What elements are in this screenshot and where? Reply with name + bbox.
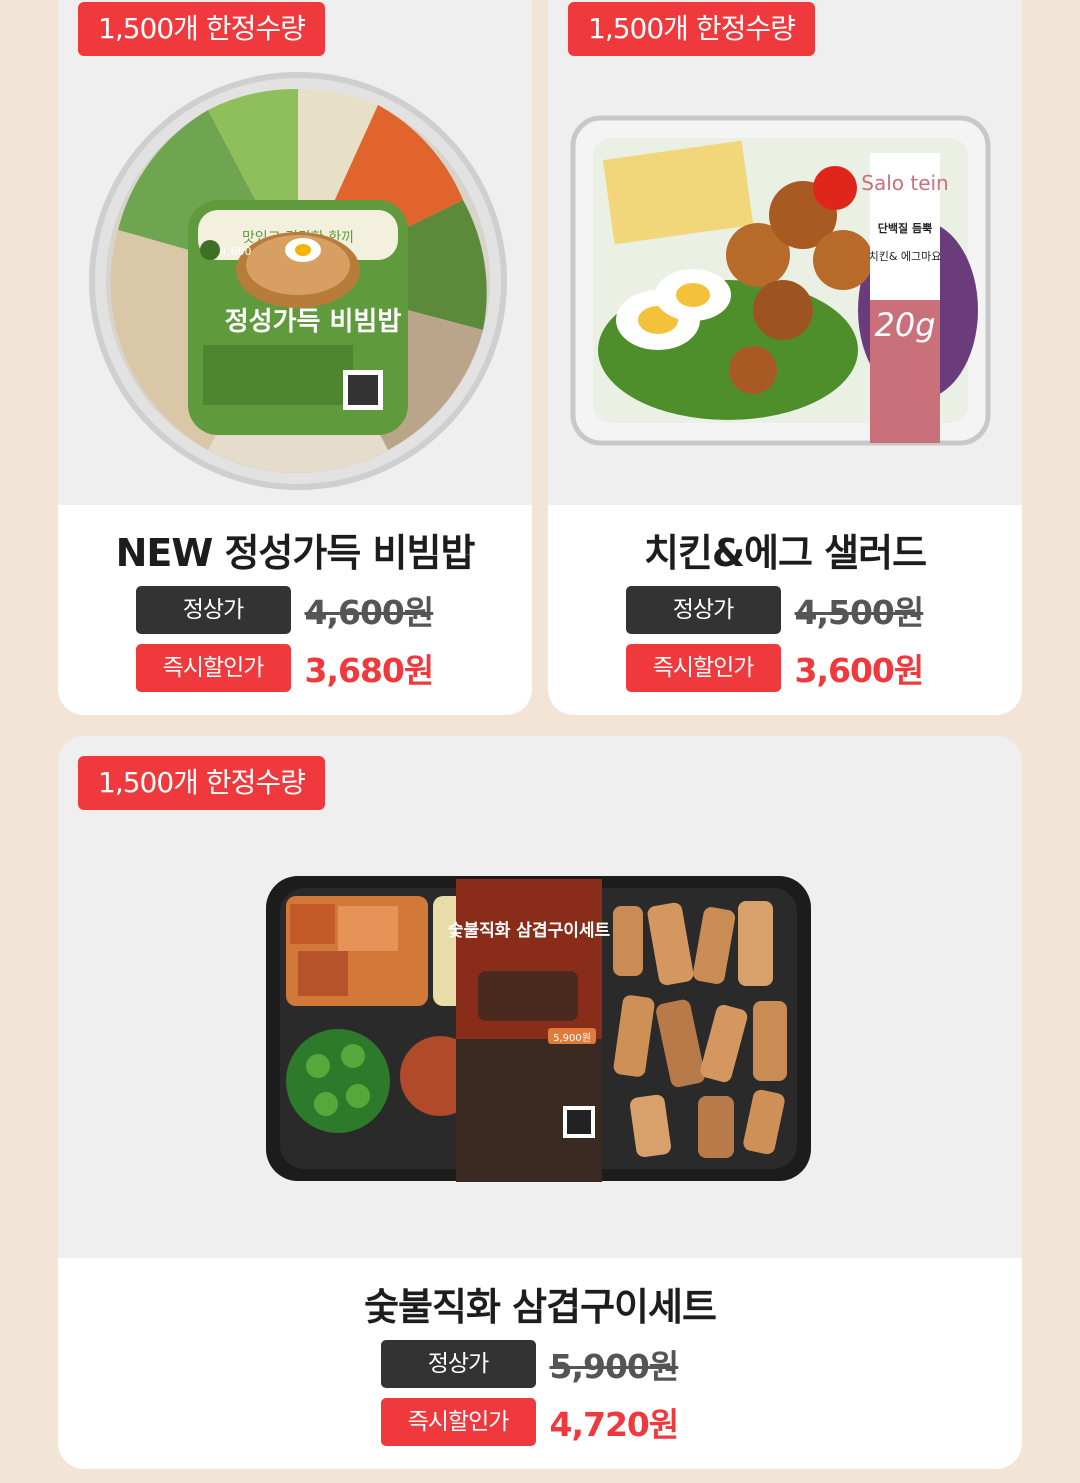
product-card-pork-belly-set[interactable]: 숯불직화 삼겹구이세트 5,900원 1,500개 한정수량 숯불직화 삼겹구이… (58, 736, 1022, 1469)
product-name[interactable]: 숯불직화 삼겹구이세트 (58, 1276, 1022, 1331)
package-product-name: 치킨& 에그마요 (869, 250, 942, 263)
product-name[interactable]: NEW 정성가득 비빔밥 (58, 522, 532, 577)
package-price-tag: 4,600 (220, 245, 252, 258)
package-protein-amount: 20g (874, 306, 935, 344)
sale-price-row: 즉시할인가 4,720원 (58, 1398, 1022, 1446)
regular-price-row: 정상가 4,500원 (548, 586, 1022, 634)
regular-price: 4,600원 (304, 593, 435, 632)
limited-quantity-badge: 1,500개 한정수량 (78, 2, 325, 56)
regular-price-row: 정상가 5,900원 (58, 1340, 1022, 1388)
regular-price-label: 정상가 (380, 1340, 536, 1388)
regular-price-label: 정상가 (625, 586, 781, 634)
package-product-name: 정성가득 비빔밥 (225, 307, 402, 337)
limited-quantity-badge: 1,500개 한정수량 (78, 756, 325, 810)
package-price-tag: 5,900원 (553, 1032, 591, 1044)
product-card-bibimbap[interactable]: 맛있고 건강한 한끼 4,600 정성가득 비빔밥 1,500개 한정수량 NE… (58, 0, 532, 715)
sale-price-label: 즉시할인가 (625, 644, 781, 692)
package-product-name: 숯불직화 삼겹구이세트 (448, 921, 611, 941)
bibimbap-product-image[interactable]: 맛있고 건강한 한끼 4,600 정성가득 비빔밥 (58, 0, 532, 505)
limited-quantity-badge: 1,500개 한정수량 (568, 2, 815, 56)
sale-price: 3,680원 (304, 651, 435, 690)
pork-belly-product-image[interactable]: 숯불직화 삼겹구이세트 5,900원 (58, 736, 1022, 1258)
regular-price-label: 정상가 (135, 586, 291, 634)
regular-price: 4,500원 (794, 593, 925, 632)
regular-price-row: 정상가 4,600원 (58, 586, 532, 634)
product-card-chicken-egg-salad[interactable]: Salo tein 단백질 듬뿍 치킨& 에그마요 20g 1,500개 한정수… (548, 0, 1022, 715)
sale-price: 3,600원 (794, 651, 925, 690)
regular-price: 5,900원 (549, 1347, 680, 1386)
sale-price-row: 즉시할인가 3,600원 (548, 644, 1022, 692)
package-brand: Salo tein (861, 171, 948, 195)
sale-price: 4,720원 (549, 1405, 680, 1444)
sale-price-label: 즉시할인가 (380, 1398, 536, 1446)
sale-price-row: 즉시할인가 3,680원 (58, 644, 532, 692)
package-protein-label: 단백질 듬뿍 (878, 221, 932, 235)
sale-price-label: 즉시할인가 (135, 644, 291, 692)
chicken-salad-product-image[interactable]: Salo tein 단백질 듬뿍 치킨& 에그마요 20g (548, 0, 1022, 505)
product-name[interactable]: 치킨&에그 샐러드 (548, 522, 1022, 577)
